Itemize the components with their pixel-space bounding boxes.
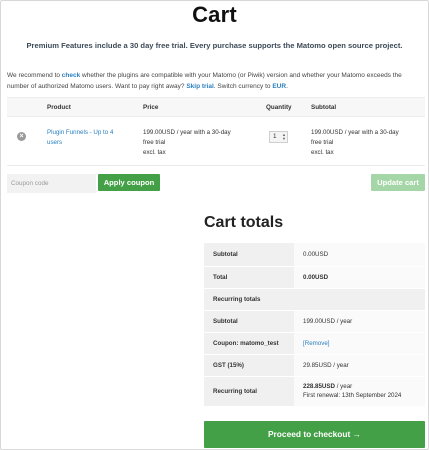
column-header-price: Price xyxy=(143,104,159,111)
totals-row-gst: GST (15%) 29.85USD / year xyxy=(204,354,425,377)
coupon-bar: Coupon code Apply coupon Update cart xyxy=(7,174,425,193)
update-cart-button[interactable]: Update cart xyxy=(371,174,425,191)
totals-value: [Remove] xyxy=(294,332,425,355)
price-line: excl. tax xyxy=(143,149,166,156)
totals-label: Subtotal xyxy=(204,310,294,333)
totals-value: 199.00USD / year xyxy=(294,310,425,333)
cart-table: Product Price Quantity Subtotal × Plugin… xyxy=(7,97,425,166)
product-price: 199.00USD / year with a 30-day free tria… xyxy=(143,128,243,158)
totals-row-recurring-header: Recurring totals xyxy=(204,288,425,311)
recurring-total-period: / year xyxy=(335,383,353,390)
totals-value: 0.00USD xyxy=(294,266,425,289)
price-line: free trial xyxy=(143,139,166,146)
totals-row-coupon: Coupon: matomo_test [Remove] xyxy=(204,332,425,355)
recurring-total-amount: 228.85USD / year xyxy=(303,383,425,390)
totals-value: 228.85USD / year First renewal: 13th Sep… xyxy=(294,376,425,407)
cart-totals-title: Cart totals xyxy=(204,214,284,231)
recommend-text-part: . Switch currency to xyxy=(213,83,273,90)
quantity-stepper[interactable]: 1 ▲ ▼ xyxy=(269,131,288,143)
remove-coupon-link[interactable]: [Remove] xyxy=(303,340,329,347)
switch-currency-link[interactable]: EUR xyxy=(272,83,286,90)
remove-item-button[interactable]: × xyxy=(17,132,26,141)
page-title: Cart xyxy=(192,2,237,27)
quantity-value: 1 xyxy=(273,133,277,140)
subtotal-line: free trial xyxy=(311,139,334,146)
total-amount: 0.00USD xyxy=(303,273,329,281)
totals-label: GST (15%) xyxy=(204,354,294,377)
coupon-code-input[interactable]: Coupon code xyxy=(7,174,96,193)
recurring-total-number: 228.85USD xyxy=(303,383,335,390)
cart-totals-table: Subtotal 0.00USD Total 0.00USD Recurring… xyxy=(204,243,425,407)
recommend-text-part: We recommend to xyxy=(7,72,62,79)
apply-coupon-button[interactable]: Apply coupon xyxy=(98,174,160,191)
column-header-quantity: Quantity xyxy=(266,104,292,111)
promo-text: Premium Features include a 30 day free t… xyxy=(26,41,403,50)
column-header-subtotal: Subtotal xyxy=(311,104,337,111)
checkout-label: Proceed to checkout xyxy=(267,429,351,439)
totals-label: Subtotal xyxy=(204,243,294,267)
column-header-product: Product xyxy=(47,104,71,111)
table-row: × Plugin Funnels - Up to 4 users 199.00U… xyxy=(7,117,425,166)
totals-row-recurring-total: Recurring total 228.85USD / year First r… xyxy=(204,376,425,407)
totals-label: Recurring totals xyxy=(204,288,294,311)
subtotal-line: 199.00USD / year with a 30-day xyxy=(311,129,399,136)
totals-row-total: Total 0.00USD xyxy=(204,266,425,289)
skip-trial-link[interactable]: Skip trial xyxy=(186,83,213,90)
recommend-text-part: . xyxy=(286,83,288,90)
proceed-to-checkout-button[interactable]: Proceed to checkout → xyxy=(204,421,425,448)
recommend-text: We recommend to check whether the plugin… xyxy=(7,70,425,92)
totals-value-empty xyxy=(294,288,425,311)
product-link[interactable]: Plugin Funnels - Up to 4 users xyxy=(47,128,127,148)
totals-value: 29.85USD / year xyxy=(294,354,425,377)
totals-row-recurring-subtotal: Subtotal 199.00USD / year xyxy=(204,310,425,333)
check-link[interactable]: check xyxy=(62,72,80,79)
product-subtotal: 199.00USD / year with a 30-day free tria… xyxy=(311,128,421,158)
totals-value: 0.00USD xyxy=(294,243,425,267)
totals-row-subtotal: Subtotal 0.00USD xyxy=(204,243,425,267)
arrow-right-icon: → xyxy=(352,429,362,439)
first-renewal-text: First renewal: 13th September 2024 xyxy=(303,392,402,399)
stepper-arrows-icon[interactable]: ▲ ▼ xyxy=(282,133,286,141)
cart-table-header: Product Price Quantity Subtotal xyxy=(7,97,425,117)
totals-label: Recurring total xyxy=(204,376,294,407)
totals-label: Total xyxy=(204,266,294,289)
totals-label: Coupon: matomo_test xyxy=(204,332,294,355)
subtotal-line: excl. tax xyxy=(311,149,334,156)
price-line: 199.00USD / year with a 30-day xyxy=(143,129,231,136)
